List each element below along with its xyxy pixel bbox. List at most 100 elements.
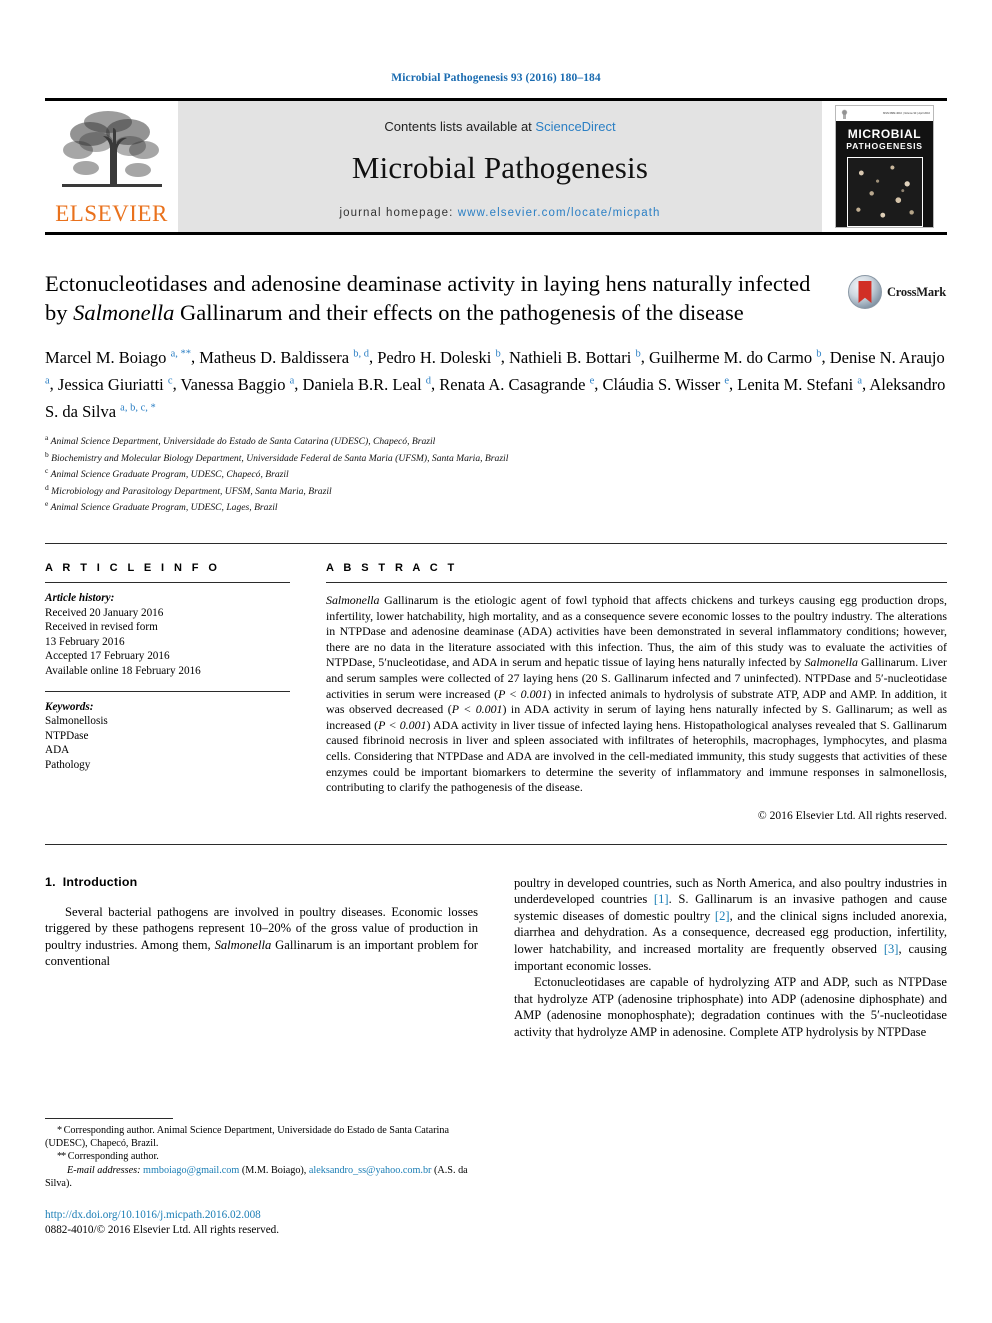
body-column-right: poultry in developed countries, such as … <box>514 875 947 1041</box>
author-name: Guilherme M. do Carmo <box>648 347 813 367</box>
footnote-corresponding-dstar: ** Corresponding author. <box>45 1150 470 1163</box>
crossmark-label: CrossMark <box>886 284 947 299</box>
author-entry: Lenita M. Stefani a <box>737 375 862 394</box>
affiliation-text: Animal Science Department, Universidade … <box>50 436 436 448</box>
section-heading-introduction: 1. Introduction <box>45 875 478 889</box>
author-marks[interactable]: b, d <box>353 348 369 359</box>
author-entry: Nathieli B. Bottari b <box>509 348 641 367</box>
author-marks[interactable]: a <box>290 375 295 386</box>
author-marks[interactable]: c <box>168 375 173 386</box>
title-italic-genus: Salmonella <box>73 300 175 325</box>
author-entry: Vanessa Baggio a <box>181 375 295 394</box>
journal-title: Microbial Pathogenesis <box>351 149 649 185</box>
citation-ref-3[interactable]: [3] <box>884 942 899 956</box>
author-marks[interactable]: d <box>426 375 431 386</box>
affiliation-mark: d <box>45 482 49 492</box>
email-link-1[interactable]: mmboiago@gmail.com <box>143 1165 239 1176</box>
author-entry: Daniela B.R. Leal d <box>303 375 432 394</box>
author-marks[interactable]: b <box>816 348 821 359</box>
author-name: Renata A. Casagrande <box>439 374 586 394</box>
keyword-item: ADA <box>45 744 70 757</box>
cover-title: MICROBIAL PATHOGENESIS <box>836 127 933 151</box>
footnote-corresponding-star: * Corresponding author. Animal Science D… <box>45 1124 470 1150</box>
author-marks[interactable]: a <box>45 375 50 386</box>
article-info-rule <box>45 581 290 583</box>
author-entry: Jessica Giuriatti c <box>58 375 173 394</box>
author-marks[interactable]: b <box>635 348 640 359</box>
doi-link[interactable]: http://dx.doi.org/10.1016/j.micpath.2016… <box>45 1208 470 1223</box>
elsevier-logo: ELSEVIER <box>53 106 171 227</box>
affiliation-list: a Animal Science Department, Universidad… <box>45 432 947 515</box>
author-marks[interactable]: e <box>590 375 595 386</box>
abstract-copyright: © 2016 Elsevier Ltd. All rights reserved… <box>757 808 947 822</box>
cover-title-line1: MICROBIAL <box>847 127 922 141</box>
masthead-center: Contents lists available at ScienceDirec… <box>178 101 822 232</box>
abstract-heading: A B S T R A C T <box>326 561 458 574</box>
journal-cover-thumbnail[interactable]: ISSN 0882-4010 | Volume 93 | April 2016 … <box>835 105 934 228</box>
publisher-logo-cell: ELSEVIER <box>45 101 178 232</box>
author-entry: Cláudia S. Wisser e <box>603 375 730 394</box>
author-name: Matheus D. Baldissera <box>199 347 350 367</box>
intro-paragraph-right-2: Ectonucleotidases are capable of hydroly… <box>514 975 947 1040</box>
email-link-2[interactable]: aleksandro_ss@yahoo.com.br <box>309 1165 432 1176</box>
abstract-lead-genus: Salmonella <box>326 592 380 607</box>
affiliation-text: Microbiology and Parasitology Department… <box>51 485 332 497</box>
abstract-rule <box>326 581 947 583</box>
abstract-stat-3: P < 0.001 <box>378 717 427 732</box>
author-marks[interactable]: b <box>495 348 500 359</box>
affiliation-mark: c <box>45 466 49 476</box>
author-name: Pedro H. Doleski <box>377 347 492 367</box>
footnote-emails: E-mail addresses: mmboiago@gmail.com (M.… <box>45 1164 470 1190</box>
cover-meta-text: ISSN 0882-4010 | Volume 93 | April 2016 <box>882 111 930 115</box>
running-head: Microbial Pathogenesis 93 (2016) 180–184 <box>391 72 601 84</box>
abstract-bottom-rule <box>45 843 947 845</box>
abstract-italic-2: Salmonella <box>804 655 858 670</box>
cover-elsevier-icon <box>839 108 850 119</box>
affiliation-mark: a <box>45 433 49 442</box>
section-title: Introduction <box>62 874 138 889</box>
title-zone: Ectonucleotidases and adenosine deaminas… <box>45 269 947 327</box>
footnote-mark-dstar: ** <box>57 1151 66 1163</box>
author-entry: Marcel M. Boiago a, ** <box>45 348 191 367</box>
page-title: Ectonucleotidases and adenosine deaminas… <box>45 269 833 327</box>
cover-title-line2: PATHOGENESIS <box>846 141 923 151</box>
journal-homepage-line: journal homepage: www.elsevier.com/locat… <box>339 207 660 219</box>
journal-masthead: ELSEVIER Contents lists available at Sci… <box>45 98 947 235</box>
article-info-heading: A R T I C L E I N F O <box>45 561 221 574</box>
author-name: Denise N. Araujo <box>829 347 945 367</box>
crossmark-badge[interactable]: CrossMark <box>847 275 947 309</box>
affiliation-text: Biochemistry and Molecular Biology Depar… <box>51 452 509 464</box>
author-marks[interactable]: e <box>724 375 729 386</box>
affiliation-text: Animal Science Graduate Program, UDESC, … <box>50 502 278 514</box>
history-item: 13 February 2016 <box>45 635 125 648</box>
affiliation-item: d Microbiology and Parasitology Departme… <box>45 482 947 499</box>
keyword-item: NTPDase <box>45 729 89 742</box>
sciencedirect-link[interactable]: ScienceDirect <box>535 119 615 134</box>
section-number: 1. <box>45 874 56 889</box>
homepage-url-link[interactable]: www.elsevier.com/locate/micpath <box>458 207 661 219</box>
citation-ref-2[interactable]: [2] <box>715 909 730 923</box>
author-name: Nathieli B. Bottari <box>508 347 632 367</box>
history-item: Received in revised form <box>45 621 158 634</box>
author-marks[interactable]: a, b, c, * <box>120 402 156 413</box>
affiliation-item: a Animal Science Department, Universidad… <box>45 432 947 449</box>
footnote-dstar-text: Corresponding author. <box>65 1151 159 1163</box>
author-marks[interactable]: a, ** <box>171 348 191 359</box>
affiliation-mark: b <box>45 449 49 459</box>
keyword-item: Pathology <box>45 758 91 771</box>
footnote-rule <box>45 1118 173 1119</box>
body-columns: 1. Introduction Several bacterial pathoge… <box>45 875 947 1041</box>
abstract-column: A B S T R A C T Salmonella Gallinarum is… <box>326 562 947 822</box>
author-marks[interactable]: a <box>857 375 862 386</box>
email-addresses-label: E-mail addresses: <box>67 1164 141 1176</box>
abstract-stat-1: P < 0.001 <box>498 686 548 701</box>
author-name: Marcel M. Boiago <box>45 347 167 367</box>
author-name: Jessica Giuriatti <box>57 374 164 394</box>
citation-ref-1[interactable]: [1] <box>654 892 669 906</box>
keyword-item: Salmonellosis <box>45 715 108 728</box>
affiliation-item: e Animal Science Graduate Program, UDESC… <box>45 498 947 515</box>
contents-prefix: Contents lists available at <box>384 118 532 134</box>
author-name: Cláudia S. Wisser <box>602 374 721 394</box>
homepage-prefix: journal homepage: <box>339 206 454 219</box>
author-list: Marcel M. Boiago a, **, Matheus D. Baldi… <box>45 347 946 421</box>
